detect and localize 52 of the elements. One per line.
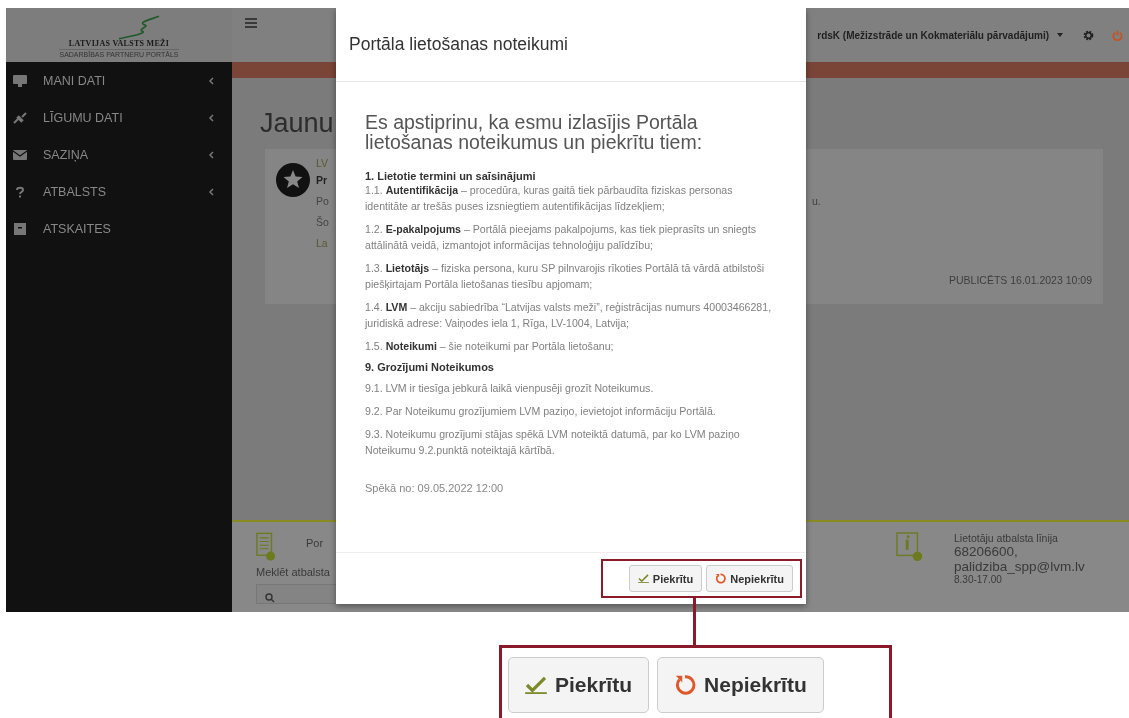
terms-paragraph: 1.4. LVM – akciju sabiedrība “Latvijas valsts meži”, reģistrācijas numurs 40003466281, juridiskā adrese: Vaiņodes iela 1, Rīga, LV-1004, Latvija; — [365, 300, 773, 331]
sidebar-item[interactable]: SAZIŅA — [6, 136, 232, 173]
list-icon — [256, 532, 276, 562]
dialog-title: Portāla lietošanas noteikumi — [349, 34, 568, 55]
sidebar-item[interactable]: MANI DATI — [6, 62, 232, 99]
news-subtitle: Pr — [316, 174, 328, 186]
menu-icon[interactable] — [245, 18, 257, 28]
news-title: LV — [316, 157, 329, 169]
terms-paragraph: 9.3. Noteikumu grozījumi stājas spēkā LVM noteiktā datumā, par ko LVM paziņo Noteikumu 9.2.punktā noteiktajā kārtībā. — [365, 427, 741, 458]
terms-paragraph: 9.2. Par Noteikumu grozījumiem LVM paziņo, ievietojot informāciju Portālā. — [365, 404, 717, 419]
page-title: Jaunu — [260, 108, 334, 139]
archive-icon — [13, 222, 27, 235]
published-date: PUBLICĒTS 16.01.2023 10:09 — [949, 274, 1092, 286]
support-title: Lietotāju atbalsta līnija — [954, 532, 1059, 544]
terms-paragraph: 9.1. LVM ir tiesīga jebkurā laikā vienpusēji grozīt Noteikumus. — [365, 381, 655, 396]
undo-icon — [674, 674, 697, 696]
sidebar-item[interactable]: LĪGUMU DATI — [6, 99, 232, 136]
effective-date: Spēkā no: 09.05.2022 12:00 — [365, 482, 505, 494]
question-icon — [13, 185, 27, 198]
terms-paragraph: 1.2. E-pakalpojums – Portālā pieejams pakalpojums, kas tiek pieprasīts un sniegts attālinātā veidā, izmantojot informācijas tehnoloģiju palīdzību; — [365, 222, 757, 253]
support-email[interactable]: palidziba_spp@lvm.lv — [954, 559, 1085, 574]
plug-icon — [13, 111, 27, 124]
accept-button[interactable]: Piekrītu — [628, 565, 703, 592]
envelope-icon — [13, 148, 27, 161]
info-icon — [896, 532, 924, 562]
terms-paragraph: 1.5. Noteikumi – šie noteikumi par Portāla lietošanu; — [365, 339, 615, 354]
user-menu[interactable]: rdsK (Mežizstrāde un Kokmateriālu pārvadājumi) — [817, 29, 1049, 41]
check-icon — [637, 574, 649, 583]
section-heading: 9. Grozījumi Noteikumos — [365, 361, 495, 373]
undo-icon — [715, 573, 727, 584]
section-heading: 1. Lietotie termini un saīsinājumi — [365, 170, 537, 182]
support-hours: 8.30-17.00 — [954, 574, 1003, 585]
accept-button[interactable]: Piekrītu — [508, 657, 650, 713]
search-icon — [265, 593, 275, 603]
news-text: Šo — [316, 216, 329, 228]
terms-paragraph: 1.3. Lietotājs – fiziska persona, kuru SP pilnvarojis rīkoties Portālā tā vārdā atbilstoši piešķirtajam Portāla lietošanas tiesību apjomam; — [365, 261, 766, 292]
terms-paragraph: 1.1. Autentifikācija – procedūra, kuras gaitā tiek pārbaudīta fiziskas personas identitāte ar trešās puses izsniegtiem autentifikācijas līdzekļiem; — [365, 183, 734, 214]
search-label: Meklēt atbalsta — [256, 566, 331, 578]
news-text: Po — [316, 195, 329, 207]
dialog-heading: Es apstiprinu, ka esmu izlasījis Portāla lietošanas noteikumus un piekrītu tiem: — [365, 112, 704, 152]
decline-button[interactable]: Nepiekrītu — [706, 565, 793, 592]
settings-icon[interactable] — [1083, 29, 1094, 41]
sidebar-item[interactable]: ATBALSTS — [6, 173, 232, 210]
decline-button[interactable]: Nepiekrītu — [657, 657, 824, 713]
caret-icon — [1057, 33, 1063, 37]
logo-title: LATVIJAS VALSTS MEŽI — [68, 39, 170, 48]
check-icon — [525, 676, 547, 694]
monitor-icon — [13, 74, 27, 87]
footer-title: Por — [306, 537, 324, 549]
news-text: u. — [812, 195, 822, 207]
sidebar-item[interactable]: ATSKAITES — [6, 210, 232, 247]
support-phone: 68206600, — [954, 544, 1019, 559]
